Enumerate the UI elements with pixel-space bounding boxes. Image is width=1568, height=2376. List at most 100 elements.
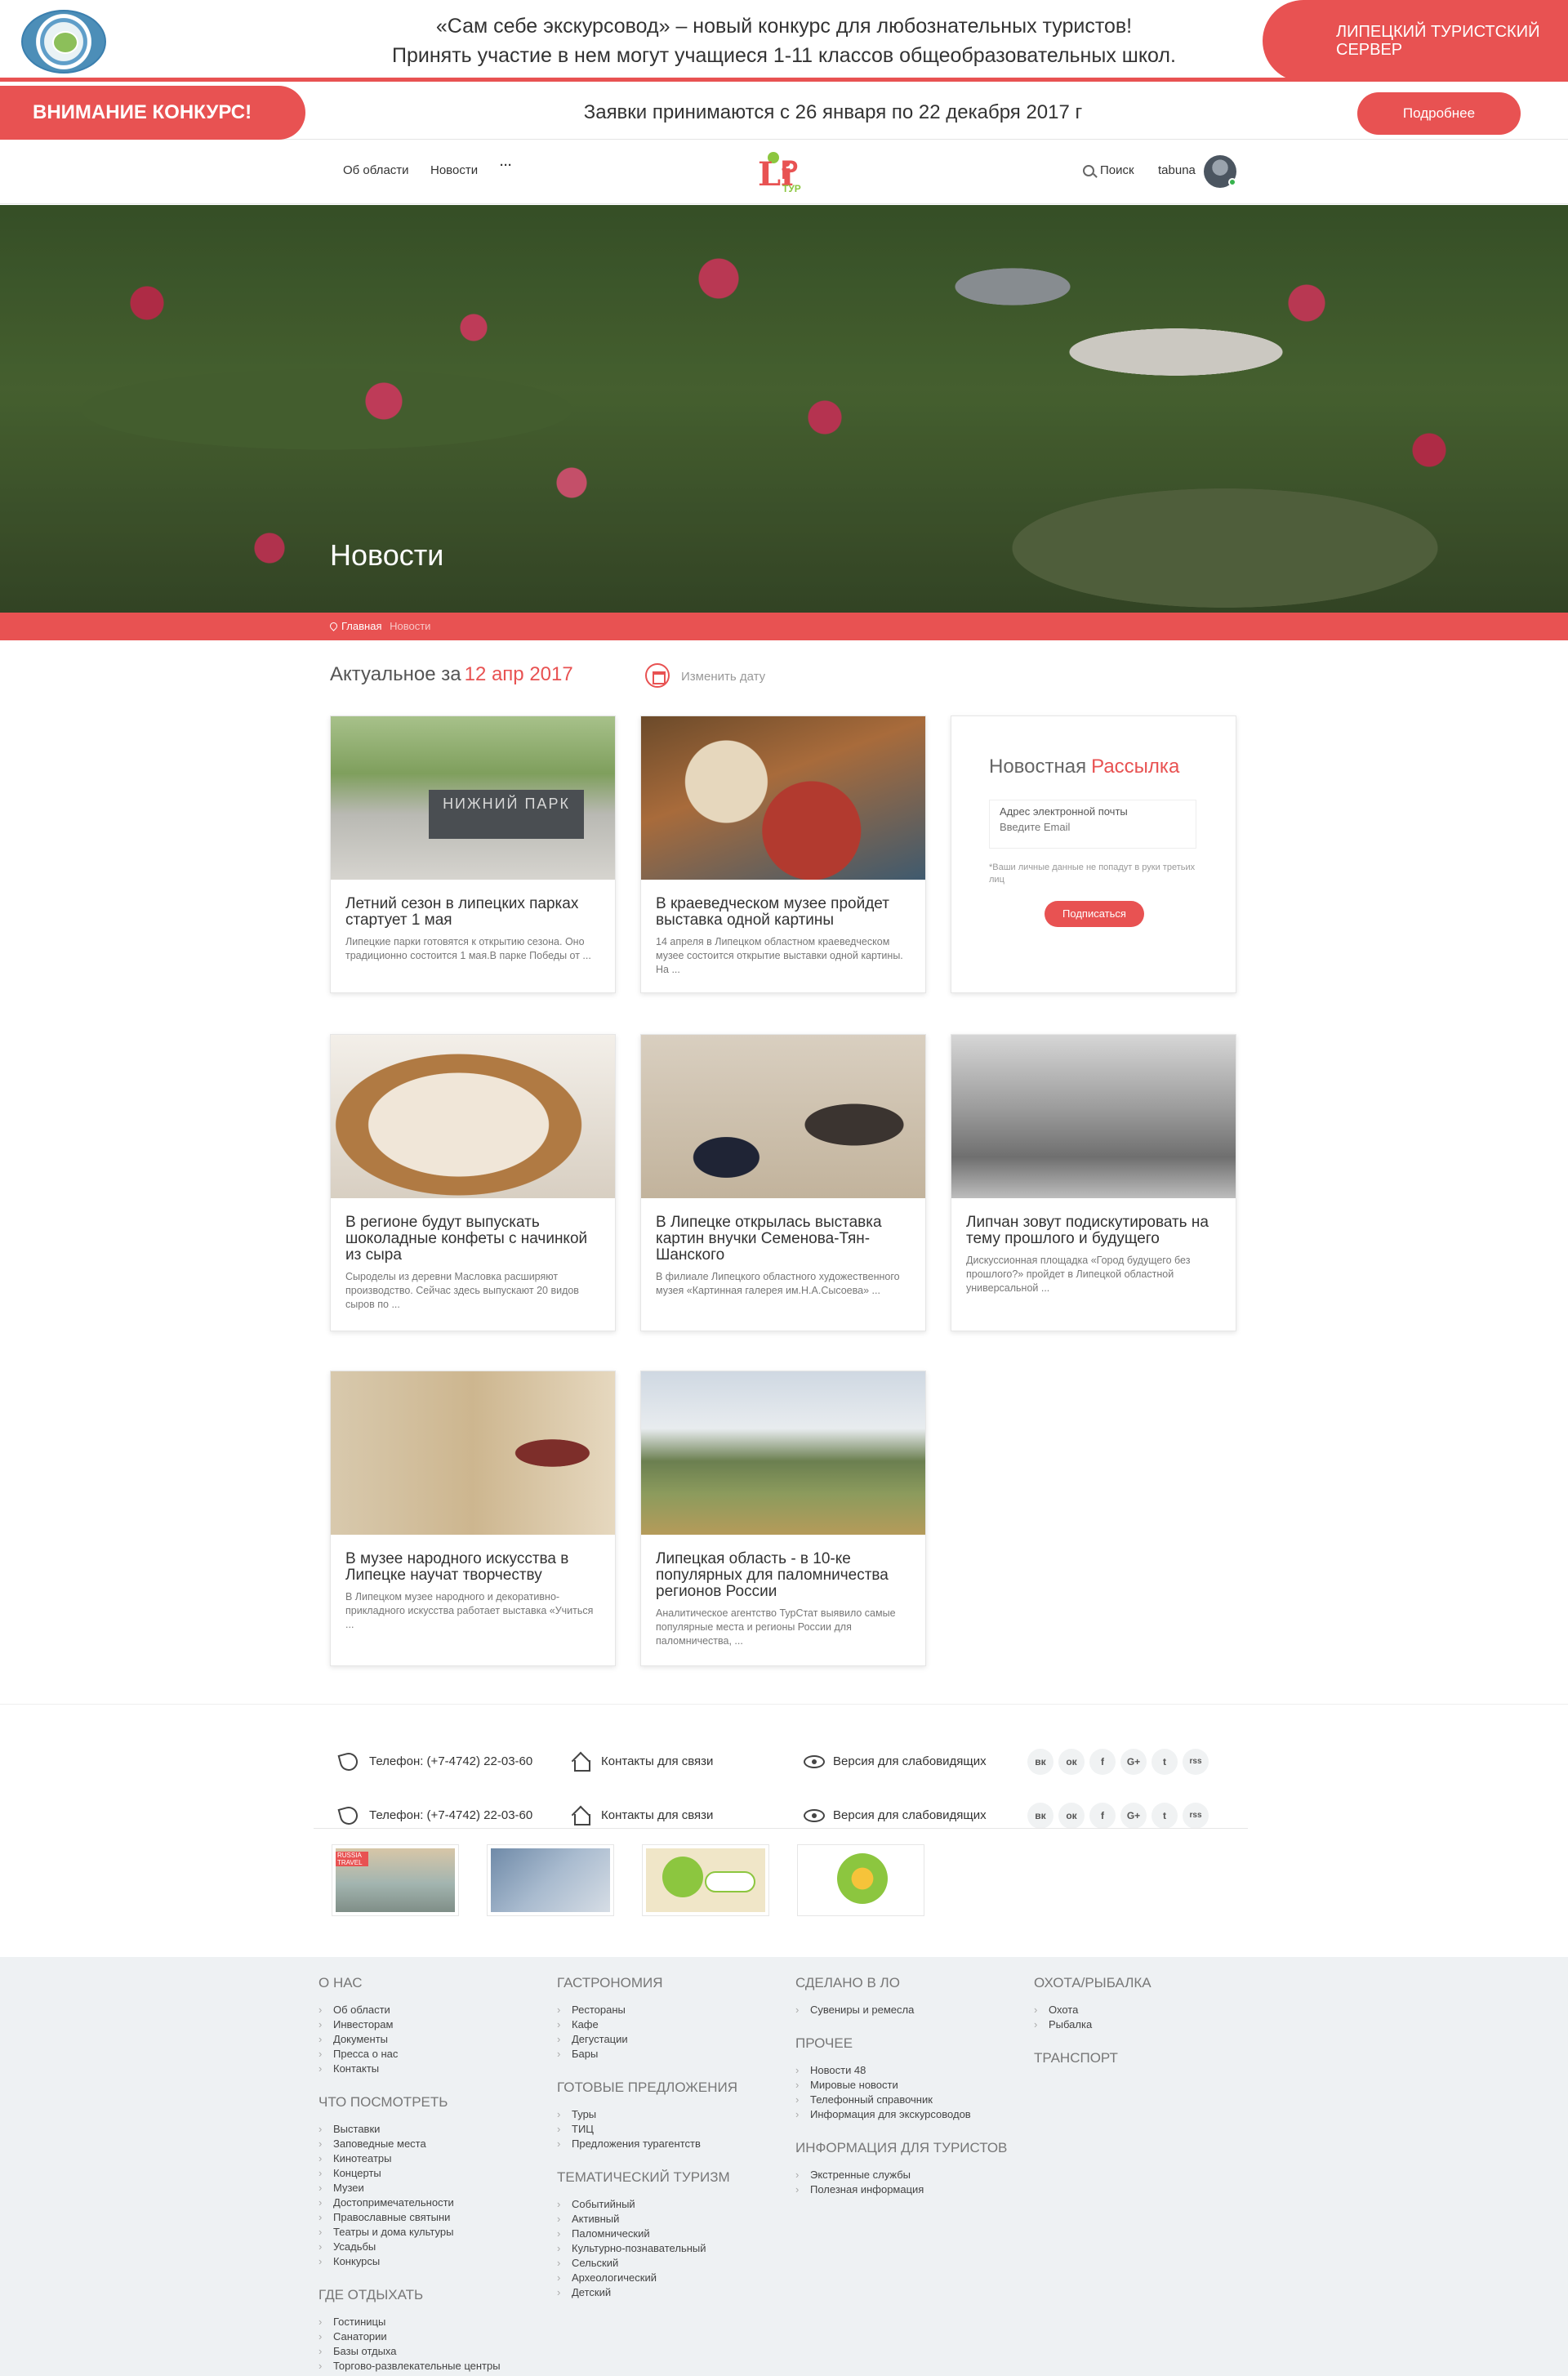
news-card[interactable]: Липчан зовут подискутировать на тему про…: [951, 1034, 1236, 1331]
footer-link[interactable]: Сельский: [557, 2256, 737, 2271]
footer-heading[interactable]: ИНФОРМАЦИЯ ДЛЯ ТУРИСТОВ: [795, 2140, 1007, 2156]
news-card[interactable]: В Липецке открылась выставка картин внуч…: [640, 1034, 926, 1331]
twitter-icon[interactable]: t: [1152, 1749, 1178, 1775]
news-card-title[interactable]: Летний сезон в липецких парках стартует …: [345, 896, 600, 929]
email-field[interactable]: Адрес электронной почты: [989, 800, 1196, 849]
subscribe-button[interactable]: Подписаться: [1045, 901, 1144, 927]
rss-icon[interactable]: rss: [1183, 1803, 1209, 1829]
odnoklassniki-icon[interactable]: ок: [1058, 1803, 1085, 1829]
phone-item[interactable]: Телефон: (+7-4742) 22-03-60: [337, 1747, 532, 1776]
twitter-icon[interactable]: t: [1152, 1803, 1178, 1829]
nav-item-news[interactable]: Новости: [430, 163, 478, 177]
news-card-title[interactable]: В регионе будут выпускать шоколадные кон…: [345, 1215, 600, 1264]
news-card-title[interactable]: В музее народного искусства в Липецке на…: [345, 1551, 600, 1584]
footer-heading[interactable]: СДЕЛАНО В ЛО: [795, 1975, 1007, 1991]
footer-link[interactable]: Санатории: [318, 2329, 501, 2344]
news-card-image[interactable]: [331, 1371, 615, 1535]
user-name[interactable]: tabuna: [1158, 163, 1196, 177]
facebook-icon[interactable]: f: [1089, 1803, 1116, 1829]
tourism-center-logo[interactable]: [21, 10, 106, 74]
email-input[interactable]: [1000, 821, 1186, 833]
news-card-image[interactable]: [331, 1035, 615, 1198]
footer-link[interactable]: Рыбалка: [1034, 2017, 1152, 2032]
footer-link[interactable]: Об области: [318, 2003, 501, 2017]
facebook-icon[interactable]: f: [1089, 1749, 1116, 1775]
footer-link[interactable]: Туры: [557, 2107, 737, 2122]
news-card[interactable]: В музее народного искусства в Липецке на…: [330, 1371, 616, 1666]
footer-link[interactable]: Сувениры и ремесла: [795, 2003, 1007, 2017]
footer-link[interactable]: Дегустации: [557, 2032, 737, 2047]
calendar-icon[interactable]: [645, 663, 670, 688]
vk-icon[interactable]: вк: [1027, 1749, 1054, 1775]
contacts-item[interactable]: Контакты для связи: [572, 1747, 713, 1776]
news-card[interactable]: НИЖНИЙ ПАРК Летний сезон в липецких парк…: [330, 715, 616, 993]
news-card-image[interactable]: [641, 1035, 925, 1198]
footer-heading[interactable]: О НАС: [318, 1975, 501, 1991]
partner-banner[interactable]: [642, 1844, 769, 1916]
footer-link[interactable]: Событийный: [557, 2197, 737, 2212]
nav-item-about[interactable]: Об области: [343, 163, 409, 177]
google-plus-icon[interactable]: G+: [1120, 1803, 1147, 1829]
accessible-version-item[interactable]: Версия для слабовидящих: [804, 1747, 987, 1776]
news-card[interactable]: В краеведческом музее пройдет выставка о…: [640, 715, 926, 993]
footer-link[interactable]: Пресса о нас: [318, 2047, 501, 2062]
footer-heading[interactable]: ГДЕ ОТДЫХАТЬ: [318, 2287, 501, 2303]
footer-link[interactable]: Полезная информация: [795, 2182, 1007, 2197]
partner-banner[interactable]: [487, 1844, 614, 1916]
footer-link[interactable]: Охота: [1034, 2003, 1152, 2017]
google-plus-icon[interactable]: G+: [1120, 1749, 1147, 1775]
rss-icon[interactable]: rss: [1183, 1749, 1209, 1775]
footer-link[interactable]: Рестораны: [557, 2003, 737, 2017]
partner-banner[interactable]: RUSSIA TRAVEL: [332, 1844, 459, 1916]
footer-link[interactable]: Торгово-развлекательные центры: [318, 2359, 501, 2374]
footer-link[interactable]: Детский: [557, 2285, 737, 2300]
footer-heading[interactable]: ПРОЧЕЕ: [795, 2035, 1007, 2052]
news-card-image[interactable]: НИЖНИЙ ПАРК: [331, 716, 615, 880]
footer-link[interactable]: Театры и дома культуры: [318, 2225, 501, 2240]
footer-link[interactable]: Паломнический: [557, 2227, 737, 2241]
news-card-image[interactable]: [641, 1371, 925, 1535]
footer-link[interactable]: Достопримечательности: [318, 2195, 501, 2210]
footer-link[interactable]: Предложения турагентств: [557, 2137, 737, 2151]
footer-link[interactable]: ТИЦ: [557, 2122, 737, 2137]
search-icon[interactable]: [1083, 165, 1094, 176]
footer-heading[interactable]: ЧТО ПОСМОТРЕТЬ: [318, 2094, 501, 2111]
search-link[interactable]: Поиск: [1100, 163, 1134, 177]
news-card-title[interactable]: Липчан зовут подискутировать на тему про…: [966, 1215, 1221, 1247]
phone-item[interactable]: Телефон: (+7-4742) 22-03-60: [337, 1801, 532, 1830]
news-card-title[interactable]: В Липецке открылась выставка картин внуч…: [656, 1215, 911, 1264]
change-date-link[interactable]: Изменить дату: [681, 670, 765, 684]
footer-link[interactable]: Экстренные службы: [795, 2168, 1007, 2182]
nav-more-icon[interactable]: ···: [500, 158, 512, 172]
footer-link[interactable]: Православные святыни: [318, 2210, 501, 2225]
footer-link[interactable]: Заповедные места: [318, 2137, 501, 2151]
footer-link[interactable]: Археологический: [557, 2271, 737, 2285]
accessible-version-item[interactable]: Версия для слабовидящих: [804, 1801, 987, 1830]
tourist-server-link[interactable]: ЛИПЕЦКИЙ ТУРИСТСКИЙ СЕРВЕР: [1263, 0, 1568, 82]
footer-link[interactable]: Кинотеатры: [318, 2151, 501, 2166]
news-card-image[interactable]: [951, 1035, 1236, 1198]
footer-link[interactable]: Инвесторам: [318, 2017, 501, 2032]
footer-heading[interactable]: ГОТОВЫЕ ПРЕДЛОЖЕНИЯ: [557, 2080, 737, 2096]
more-button[interactable]: Подробнее: [1357, 92, 1521, 135]
footer-link[interactable]: Базы отдыха: [318, 2344, 501, 2359]
footer-link[interactable]: Конкурсы: [318, 2254, 501, 2269]
footer-link[interactable]: Культурно-познавательный: [557, 2241, 737, 2256]
news-card[interactable]: В регионе будут выпускать шоколадные кон…: [330, 1034, 616, 1331]
footer-link[interactable]: Усадьбы: [318, 2240, 501, 2254]
footer-heading[interactable]: ТРАНСПОРТ: [1034, 2050, 1152, 2066]
site-logo[interactable]: Li P ТУР: [758, 150, 807, 196]
footer-link[interactable]: Мировые новости: [795, 2078, 1007, 2093]
footer-link[interactable]: Активный: [557, 2212, 737, 2227]
footer-heading[interactable]: ГАСТРОНОМИЯ: [557, 1975, 737, 1991]
odnoklassniki-icon[interactable]: ок: [1058, 1749, 1085, 1775]
footer-link[interactable]: Музеи: [318, 2181, 501, 2195]
footer-heading[interactable]: ТЕМАТИЧЕСКИЙ ТУРИЗМ: [557, 2169, 737, 2186]
news-card[interactable]: Липецкая область - в 10-ке популярных дл…: [640, 1371, 926, 1666]
breadcrumb-home[interactable]: Главная: [341, 620, 381, 632]
footer-link[interactable]: Новости 48: [795, 2063, 1007, 2078]
news-card-image[interactable]: [641, 716, 925, 880]
footer-link[interactable]: Гостиницы: [318, 2315, 501, 2329]
footer-link[interactable]: Документы: [318, 2032, 501, 2047]
footer-link[interactable]: Телефонный справочник: [795, 2093, 1007, 2107]
